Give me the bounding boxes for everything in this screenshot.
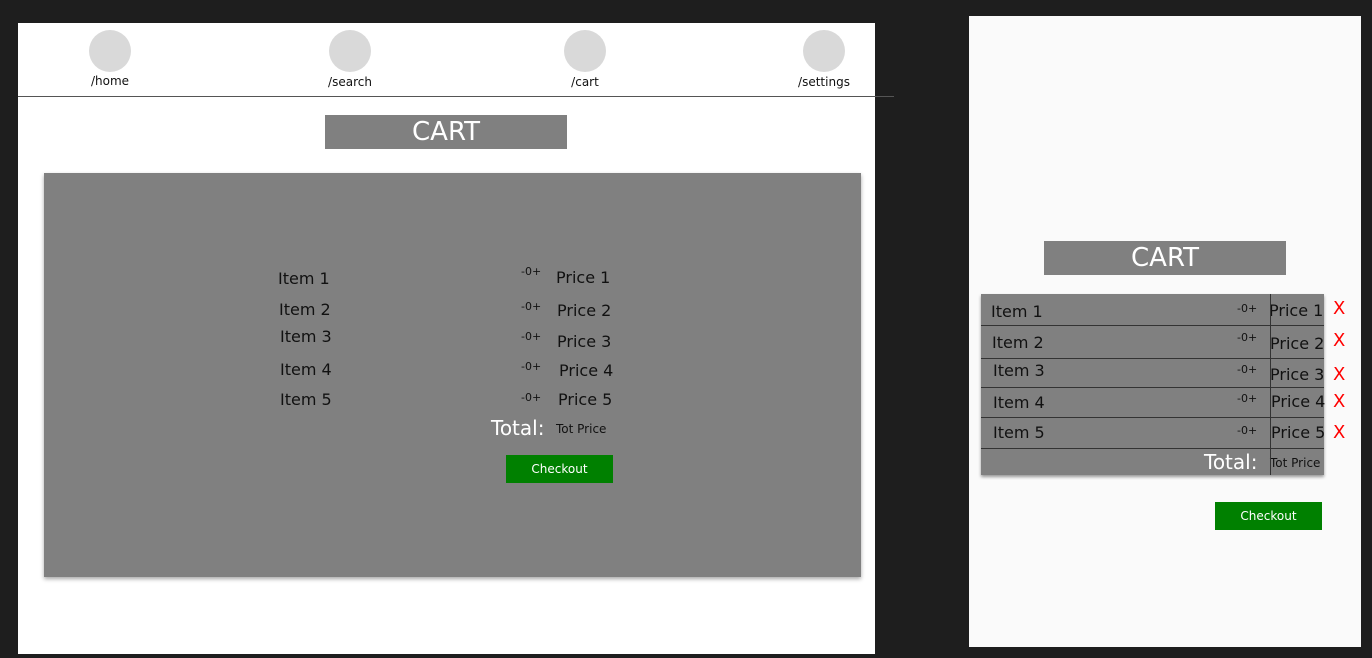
cart-panel: Item 1 -0+ Price 1 Item 2 -0+ Price 2 It… [44,173,861,577]
nav-item-search[interactable]: /search [305,30,395,89]
mobile-checkout-button[interactable]: Checkout [1215,502,1322,530]
quantity-stepper[interactable]: -0+ [1237,363,1257,376]
quantity-stepper[interactable]: -0+ [521,330,541,343]
cart-item-price: Price 1 [556,268,611,287]
nav-item-settings[interactable]: /settings [779,30,869,89]
table-row-total: Total: Tot Price [981,449,1324,475]
cart-item-price: Price 2 [557,301,612,320]
remove-item-button[interactable]: X [1333,300,1345,318]
nav-label-settings: /settings [798,75,850,89]
quantity-stepper[interactable]: -0+ [1237,424,1257,437]
cart-item-price: Price 5 [558,390,613,409]
cart-item-price: Price 3 [557,332,612,351]
quantity-stepper[interactable]: -0+ [521,300,541,313]
quantity-stepper[interactable]: -0+ [521,265,541,278]
quantity-stepper[interactable]: -0+ [521,360,541,373]
cart-item-name: Item 4 [993,393,1045,412]
remove-item-button[interactable]: X [1333,393,1345,411]
cart-item-name: Item 5 [280,390,332,409]
mobile-cart-table: Item 1 -0+ Price 1 Item 2 -0+ Price 2 It… [981,294,1326,475]
total-label: Total: [1204,450,1258,474]
checkout-button[interactable]: Checkout [506,455,613,483]
cart-item-name: Item 3 [280,327,332,346]
cart-item-name: Item 3 [993,361,1045,380]
nav-item-cart[interactable]: /cart [540,30,630,89]
cart-item-name: Item 2 [279,300,331,319]
table-row: Item 1 -0+ Price 1 [981,294,1324,326]
settings-icon[interactable] [803,30,845,72]
total-value: Tot Price [1270,456,1321,470]
nav-label-search: /search [328,75,372,89]
mobile-frame: CART Item 1 -0+ Price 1 Item 2 -0+ Price… [969,16,1361,647]
cart-item-price: Price 4 [1271,392,1326,411]
remove-item-button[interactable]: X [1333,424,1345,442]
cart-item-name: Item 1 [278,269,330,288]
nav-item-home[interactable]: /home [65,30,155,88]
nav-divider [18,96,894,97]
remove-item-button[interactable]: X [1333,366,1345,384]
cart-item-name: Item 5 [993,423,1045,442]
quantity-stepper[interactable]: -0+ [1237,302,1257,315]
cart-item-name: Item 4 [280,360,332,379]
cart-item-name: Item 2 [992,333,1044,352]
desktop-frame: /home /search /cart /settings CART Item … [18,23,894,654]
column-divider [1270,294,1271,475]
home-icon[interactable] [89,30,131,72]
search-icon[interactable] [329,30,371,72]
cart-icon[interactable] [564,30,606,72]
table-row: Item 4 -0+ Price 4 [981,388,1326,418]
total-label: Total: [491,416,545,440]
nav-label-home: /home [90,74,130,88]
cart-item-price: Price 5 [1271,423,1326,442]
table-row: Item 3 -0+ Price 3 [981,359,1324,388]
cart-item-price: Price 1 [1269,301,1324,320]
cart-item-price: Price 3 [1270,365,1325,384]
table-row: Item 2 -0+ Price 2 [981,326,1324,359]
table-row: Item 5 -0+ Price 5 [981,418,1326,449]
cart-item-name: Item 1 [991,302,1043,321]
mobile-page-title: CART [1044,241,1286,275]
quantity-stepper[interactable]: -0+ [521,391,541,404]
cart-item-price: Price 4 [559,361,614,380]
quantity-stepper[interactable]: -0+ [1237,392,1257,405]
total-value: Tot Price [556,422,607,436]
quantity-stepper[interactable]: -0+ [1237,331,1257,344]
nav-label-cart: /cart [571,75,599,89]
remove-item-button[interactable]: X [1333,332,1345,350]
cart-item-price: Price 2 [1270,334,1325,353]
page-title: CART [325,115,567,149]
